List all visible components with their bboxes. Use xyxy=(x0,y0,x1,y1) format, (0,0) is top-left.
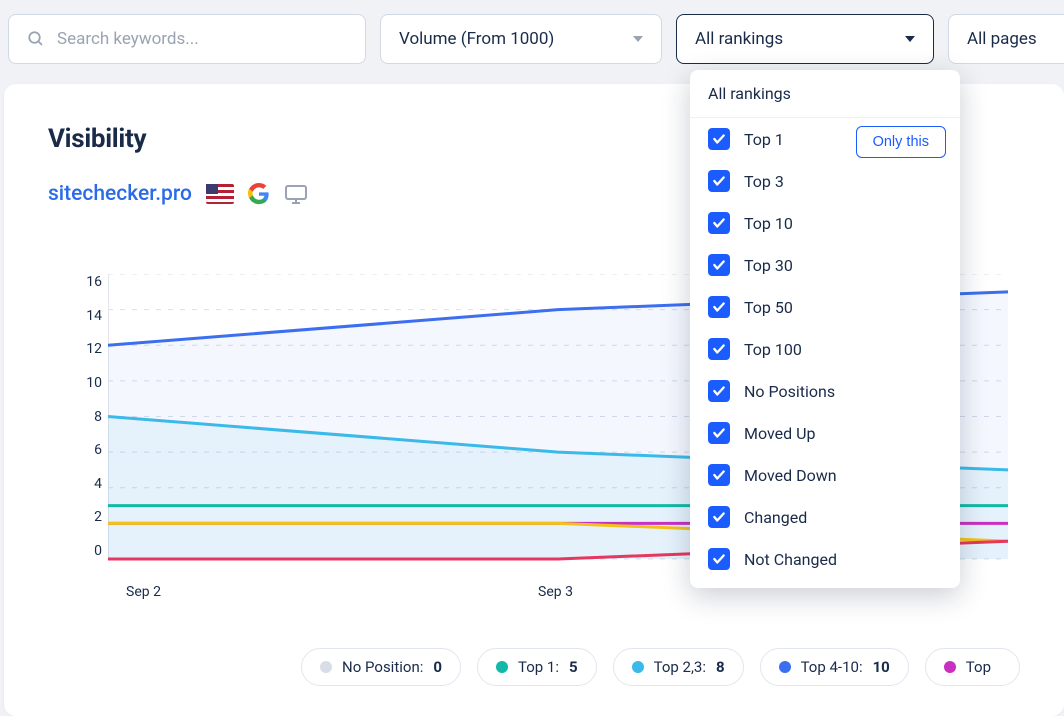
pages-filter[interactable]: All pages xyxy=(948,14,1064,64)
legend-label: Top 1: xyxy=(518,658,559,676)
dropdown-item[interactable]: No Positions xyxy=(690,370,960,412)
legend-value: 5 xyxy=(569,658,578,676)
legend-label: No Position: xyxy=(342,658,423,676)
dropdown-item-label: Changed xyxy=(744,508,807,527)
rankings-filter[interactable]: All rankings xyxy=(676,14,934,64)
y-tick: 6 xyxy=(72,442,102,458)
desktop-icon xyxy=(284,182,308,206)
legend: No Position: 0 Top 1: 5 Top 2,3: 8 Top 4-10… xyxy=(48,648,1020,686)
checkbox-icon[interactable] xyxy=(708,212,730,234)
y-tick: 14 xyxy=(72,308,102,324)
checkbox-icon[interactable] xyxy=(708,548,730,570)
dropdown-item-label: Top 30 xyxy=(744,256,793,275)
dropdown-item[interactable]: Changed xyxy=(690,496,960,538)
dropdown-item[interactable]: Top 1 Only this xyxy=(690,118,960,160)
dropdown-item-label: Moved Down xyxy=(744,466,837,485)
filter-bar: Search keywords... Volume (From 1000) Al… xyxy=(0,0,1064,78)
volume-filter[interactable]: Volume (From 1000) xyxy=(380,14,662,64)
dropdown-item-label: Top 100 xyxy=(744,340,802,359)
chevron-down-icon xyxy=(905,36,915,42)
legend-item[interactable]: Top 4-10: 10 xyxy=(760,648,909,686)
y-tick: 4 xyxy=(72,476,102,492)
y-axis: 16 14 12 10 8 6 4 2 0 xyxy=(72,274,102,559)
checkbox-icon[interactable] xyxy=(708,422,730,444)
x-tick: Sep 3 xyxy=(538,584,573,600)
legend-dot xyxy=(320,661,332,673)
legend-dot xyxy=(779,661,791,673)
dropdown-header: All rankings xyxy=(690,70,960,118)
dropdown-item-label: Top 10 xyxy=(744,214,793,233)
legend-label: Top xyxy=(966,658,991,676)
legend-dot xyxy=(632,661,644,673)
legend-value: 8 xyxy=(716,658,725,676)
us-flag-icon xyxy=(206,184,234,204)
y-tick: 8 xyxy=(72,409,102,425)
dropdown-item-label: Top 1 xyxy=(744,130,784,149)
site-link[interactable]: sitechecker.pro xyxy=(48,182,192,206)
x-tick: Sep 2 xyxy=(126,584,161,600)
dropdown-item-label: Moved Up xyxy=(744,424,815,443)
checkbox-icon[interactable] xyxy=(708,506,730,528)
y-tick: 16 xyxy=(72,274,102,290)
dropdown-item[interactable]: Moved Down xyxy=(690,454,960,496)
checkbox-icon[interactable] xyxy=(708,128,730,150)
legend-value: 10 xyxy=(873,658,890,676)
legend-label: Top 2,3: xyxy=(654,658,706,676)
dropdown-item[interactable]: Top 100 xyxy=(690,328,960,370)
search-icon xyxy=(27,30,45,48)
legend-item[interactable]: Top xyxy=(925,648,1020,686)
legend-dot xyxy=(496,661,508,673)
y-tick: 0 xyxy=(72,543,102,559)
y-tick: 10 xyxy=(72,375,102,391)
dropdown-item-label: No Positions xyxy=(744,382,835,401)
checkbox-icon[interactable] xyxy=(708,380,730,402)
dropdown-item[interactable]: Top 50 xyxy=(690,286,960,328)
legend-item[interactable]: No Position: 0 xyxy=(301,648,461,686)
legend-item[interactable]: Top 2,3: 8 xyxy=(613,648,744,686)
legend-item[interactable]: Top 1: 5 xyxy=(477,648,597,686)
legend-dot xyxy=(944,661,956,673)
dropdown-item-label: Top 3 xyxy=(744,172,784,191)
only-this-button[interactable]: Only this xyxy=(856,126,946,158)
google-icon xyxy=(248,183,270,205)
legend-label: Top 4-10: xyxy=(801,658,863,676)
y-tick: 2 xyxy=(72,509,102,525)
search-input[interactable]: Search keywords... xyxy=(8,14,366,64)
dropdown-item-label: Not Changed xyxy=(744,550,837,569)
checkbox-icon[interactable] xyxy=(708,254,730,276)
checkbox-icon[interactable] xyxy=(708,170,730,192)
rankings-dropdown: All rankings Top 1 Only this Top 3 Top 1… xyxy=(690,70,960,588)
dropdown-item[interactable]: Moved Up xyxy=(690,412,960,454)
dropdown-item[interactable]: Top 30 xyxy=(690,244,960,286)
legend-value: 0 xyxy=(433,658,442,676)
checkbox-icon[interactable] xyxy=(708,338,730,360)
dropdown-item-label: Top 50 xyxy=(744,298,793,317)
dropdown-item[interactable]: Not Changed xyxy=(690,538,960,580)
checkbox-icon[interactable] xyxy=(708,296,730,318)
dropdown-item[interactable]: Top 3 xyxy=(690,160,960,202)
checkbox-icon[interactable] xyxy=(708,464,730,486)
dropdown-item[interactable]: Top 10 xyxy=(690,202,960,244)
chevron-down-icon xyxy=(633,36,643,42)
y-tick: 12 xyxy=(72,341,102,357)
